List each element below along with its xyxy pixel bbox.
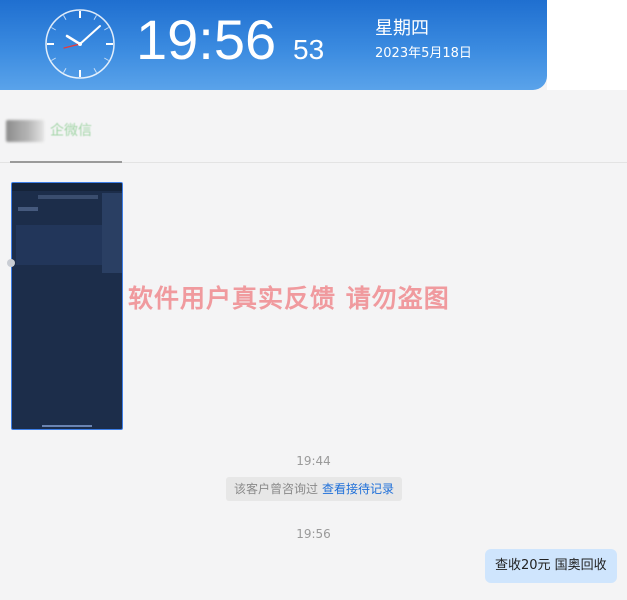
top-right-area	[547, 0, 627, 90]
digital-time: 19:56	[136, 8, 277, 71]
image-home-indicator	[42, 425, 92, 427]
image-title-bar	[38, 195, 98, 199]
image-block	[18, 207, 38, 211]
contact-avatar[interactable]	[6, 120, 44, 142]
timestamp: 19:44	[296, 454, 331, 468]
clock-banner: 19:56 53 星期四 2023年5月18日	[0, 0, 547, 90]
consult-notice: 该客户曾咨询过 查看接待记录	[226, 477, 403, 501]
header-divider	[10, 161, 122, 163]
message-select-dot[interactable]	[7, 259, 15, 267]
watermark-text: 软件用户真实反馈 请勿盗图	[128, 284, 450, 313]
chat-header: 企微信	[0, 96, 627, 163]
digital-seconds: 53	[293, 34, 325, 65]
weekday-label: 星期四	[375, 18, 429, 39]
date-label: 2023年5月18日	[375, 46, 472, 61]
image-message[interactable]	[11, 182, 123, 430]
outgoing-message-bubble[interactable]: 查收20元 国奥回收	[485, 549, 617, 583]
image-statusbar	[12, 183, 122, 191]
notice-text: 该客户曾咨询过	[234, 482, 319, 496]
image-panel-blur	[102, 193, 122, 273]
image-panel	[16, 225, 116, 265]
view-history-link[interactable]: 查看接待记录	[322, 482, 394, 496]
analog-clock-icon	[45, 9, 115, 79]
platform-tag: 企微信	[50, 123, 92, 139]
timestamp: 19:56	[296, 527, 331, 541]
